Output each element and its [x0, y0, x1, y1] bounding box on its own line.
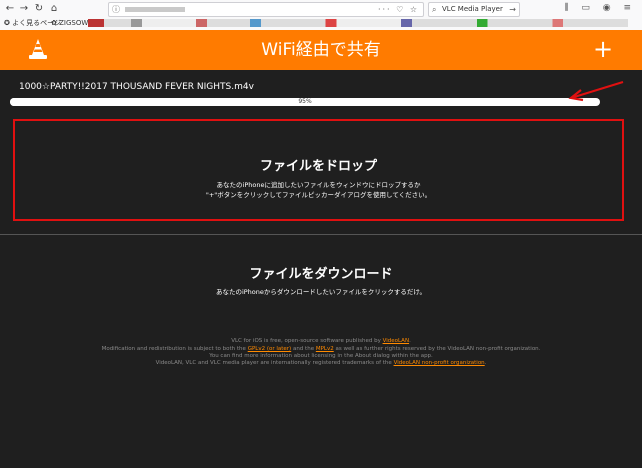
- puzzle-icon: ✿: [51, 19, 57, 27]
- videolan-link[interactable]: VideoLAN: [383, 338, 409, 344]
- add-file-button[interactable]: +: [592, 34, 614, 64]
- upload-progress-bar: 95%: [10, 98, 600, 106]
- footer-text: and the: [291, 346, 316, 352]
- footer-text: VLC for iOS is free, open-source softwar…: [231, 338, 383, 344]
- bookmark-label: ZIGSOW: [59, 19, 89, 27]
- back-icon[interactable]: ←: [4, 3, 16, 15]
- search-bar[interactable]: ⌕ VLC Media Player →: [428, 2, 520, 17]
- app-header: WiFi経由で共有 +: [0, 30, 642, 70]
- footer-line: VLC for iOS is free, open-source softwar…: [0, 338, 642, 344]
- drop-description: "+"ボタンをクリックしてファイルピッカーダイアログを使用してください。: [205, 191, 432, 199]
- search-go-icon[interactable]: →: [509, 3, 516, 16]
- page-actions-icon[interactable]: ··· ♡ ☆: [378, 3, 419, 16]
- mplv2-link[interactable]: MPLv2: [316, 346, 334, 352]
- info-icon[interactable]: ⓘ: [112, 3, 120, 16]
- search-icon: ⌕: [432, 5, 437, 14]
- forward-icon[interactable]: →: [18, 3, 30, 15]
- download-description: あなたのiPhoneからダウンロードしたいファイルをクリックするだけ。: [215, 288, 427, 296]
- footer-text: as well as further rights reserved by th…: [333, 346, 541, 352]
- drop-title: ファイルをドロップ: [259, 159, 377, 174]
- bookmark-star-icon: ✪: [4, 19, 10, 27]
- footer-text: You can find more information about lice…: [209, 353, 433, 359]
- section-divider: [0, 234, 642, 235]
- home-icon[interactable]: ⌂: [48, 3, 60, 15]
- download-title: ファイルをダウンロード: [249, 267, 393, 282]
- footer-line: You can find more information about lice…: [0, 353, 642, 359]
- page-title: WiFi経由で共有: [261, 40, 381, 60]
- toolbar-icons[interactable]: ⫼ ▭ ◉ ≡: [564, 3, 636, 13]
- url-bar[interactable]: ⓘ ··· ♡ ☆: [108, 2, 424, 17]
- gplv2-link[interactable]: GPLv2 (or later): [248, 346, 292, 352]
- footer-text: .: [484, 360, 487, 366]
- footer-text: VideoLAN, VLC and VLC media player are i…: [155, 360, 394, 366]
- footer-line: Modification and redistribution is subje…: [0, 346, 642, 352]
- reload-icon[interactable]: ↻: [33, 3, 45, 15]
- videolan-org-link[interactable]: VideoLAN non-profit organization: [394, 360, 485, 366]
- progress-label: 95%: [298, 98, 312, 105]
- drop-description: あなたのiPhoneに追加したいファイルをウィンドウにドロップするか: [216, 181, 421, 189]
- footer-line: VideoLAN, VLC and VLC media player are i…: [0, 360, 642, 366]
- drop-zone[interactable]: ファイルをドロップ あなたのiPhoneに追加したいファイルをウィンドウにドロッ…: [13, 119, 624, 221]
- bookmarks-redacted: [88, 19, 628, 27]
- annotation-arrow: [568, 80, 624, 102]
- url-redacted: [125, 7, 185, 12]
- uploading-file-name: 1000☆PARTY!!2017 THOUSAND FEVER NIGHTS.m…: [19, 82, 254, 92]
- search-input[interactable]: VLC Media Player: [442, 3, 503, 16]
- browser-toolbar: ← → ↻ ⌂ ⓘ ··· ♡ ☆ ⌕ VLC Media Player → ⫼…: [0, 0, 642, 31]
- footer-text: .: [409, 338, 411, 344]
- bookmark-item[interactable]: ✿ ZIGSOW: [51, 18, 88, 28]
- footer-text: Modification and redistribution is subje…: [101, 346, 248, 352]
